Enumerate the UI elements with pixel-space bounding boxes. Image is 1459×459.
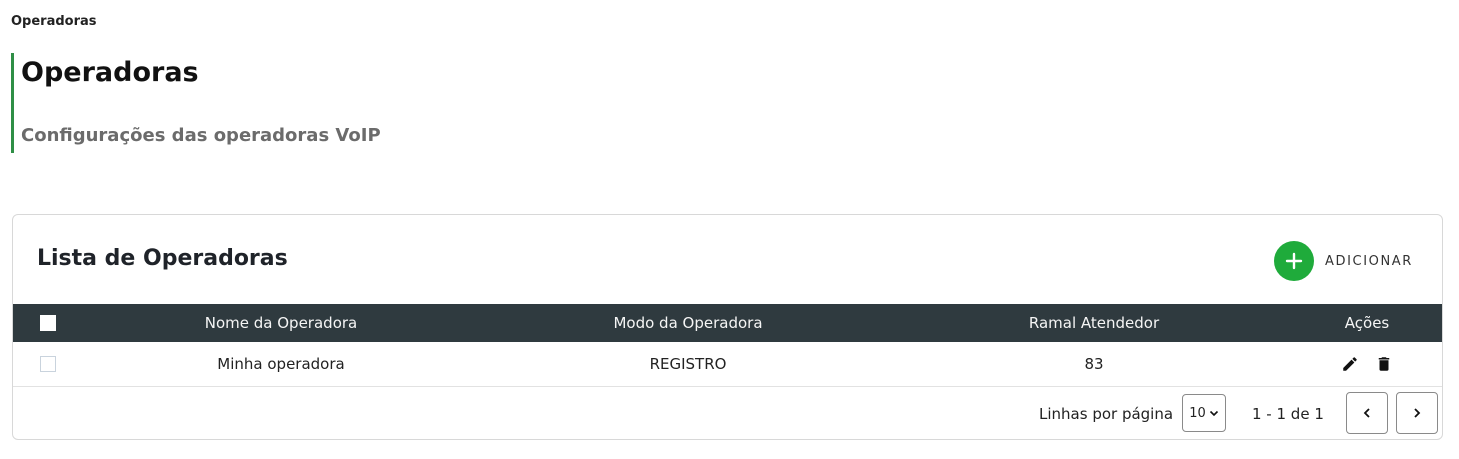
previous-page-button[interactable] (1346, 392, 1388, 434)
rows-per-page-label: Linhas por página (1039, 405, 1174, 423)
select-all-cell (37, 304, 59, 342)
edit-icon[interactable] (1340, 354, 1360, 374)
table-header: Nome da Operadora Modo da Operadora Rama… (13, 304, 1442, 342)
table-pagination: Linhas por página 10 1 - 1 de 1 (13, 387, 1442, 439)
row-checkbox[interactable] (40, 356, 56, 372)
page-title: Operadoras (21, 57, 199, 88)
table-row[interactable]: Minha operadora REGISTRO 83 (13, 342, 1442, 387)
operator-ramal: 83 (1084, 355, 1104, 373)
select-all-checkbox[interactable] (40, 315, 56, 331)
rows-per-page-select[interactable]: 10 (1182, 394, 1226, 432)
column-header-name[interactable]: Nome da Operadora (181, 304, 381, 342)
pagination-range: 1 - 1 de 1 (1252, 405, 1324, 423)
next-page-button[interactable] (1396, 392, 1438, 434)
chevron-left-icon (1363, 408, 1370, 418)
operator-mode: REGISTRO (649, 355, 727, 373)
card-title: Lista de Operadoras (37, 246, 288, 271)
column-header-mode[interactable]: Modo da Operadora (588, 304, 788, 342)
operator-name: Minha operadora (217, 355, 345, 373)
page-header: Operadoras Configurações das operadoras … (11, 53, 614, 153)
column-header-actions: Ações (1344, 314, 1390, 332)
rows-per-page-value[interactable]: 10 (1189, 406, 1206, 421)
row-select-cell (37, 342, 59, 386)
plus-icon[interactable] (1274, 241, 1314, 281)
chevron-right-icon (1414, 408, 1421, 418)
breadcrumb: Operadoras (11, 14, 97, 29)
add-button-label[interactable]: ADICIONAR (1325, 254, 1413, 269)
operators-card: Lista de Operadoras ADICIONAR Nome da Op… (12, 214, 1443, 440)
page-subtitle: Configurações das operadoras VoIP (21, 125, 381, 146)
row-actions (1307, 342, 1427, 386)
chevron-down-icon (1209, 410, 1218, 417)
column-header-ramal[interactable]: Ramal Atendedor (994, 304, 1194, 342)
delete-icon[interactable] (1374, 354, 1394, 374)
add-operator-button[interactable]: ADICIONAR (1274, 241, 1413, 281)
